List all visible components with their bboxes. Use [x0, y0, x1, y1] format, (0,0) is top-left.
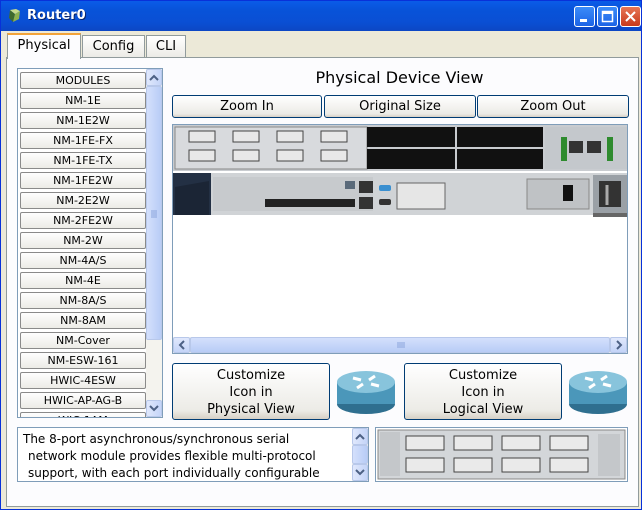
grip-icon — [397, 342, 405, 348]
customize-physical-line-2: Icon in — [229, 385, 273, 400]
scroll-thumb[interactable] — [146, 86, 162, 340]
module-item[interactable]: NM-Cover — [20, 332, 146, 349]
module-item[interactable]: HWIC-4ESW — [20, 372, 146, 389]
module-item[interactable]: NM-4E — [20, 272, 146, 289]
module-item[interactable]: MODULES — [20, 72, 146, 89]
physical-view-title: Physical Device View — [315, 68, 484, 87]
description-line-2: network module provides flexible multi-p… — [28, 449, 316, 463]
customize-logical-icon-button[interactable]: Customize Icon in Logical View — [404, 363, 562, 420]
maximize-button[interactable] — [597, 6, 618, 27]
description-scrollbar[interactable] — [352, 428, 368, 481]
module-item[interactable]: NM-1E2W — [20, 112, 146, 129]
minimize-icon — [580, 19, 587, 22]
router-icon — [569, 371, 627, 414]
module-item[interactable]: NM-8A/S — [20, 292, 146, 309]
description-line-1: The 8-port asynchronous/synchronous seri… — [23, 432, 290, 446]
customize-physical-icon-button[interactable]: Customize Icon in Physical View — [172, 363, 330, 420]
module-preview — [375, 427, 628, 482]
chevron-down-icon — [149, 405, 159, 412]
customize-physical-line-3: Physical View — [207, 402, 295, 417]
device-view[interactable] — [172, 124, 628, 354]
module-item[interactable]: NM-2FE2W — [20, 212, 146, 229]
modules-list: MODULES NM-1E NM-1E2W NM-1FE-FX NM-1FE-TX NM-… — [17, 68, 163, 418]
scroll-down-button[interactable] — [146, 400, 162, 417]
module-preview-image — [377, 429, 626, 480]
module-item[interactable]: NM-1FE-TX — [20, 152, 146, 169]
tab-cli[interactable]: CLI — [146, 35, 186, 57]
module-description: The 8-port asynchronous/synchronous seri… — [17, 427, 369, 482]
customize-physical-line-1: Customize — [216, 368, 286, 383]
chevron-up-icon — [355, 433, 365, 440]
chevron-up-icon — [149, 74, 159, 81]
close-button[interactable] — [620, 6, 641, 27]
desc-scroll-down-button[interactable] — [352, 464, 368, 481]
tab-config[interactable]: Config — [82, 35, 145, 57]
modules-scrollbar[interactable] — [146, 69, 162, 417]
module-item[interactable]: NM-1FE-FX — [20, 132, 146, 149]
module-item[interactable]: NM-2E2W — [20, 192, 146, 209]
tab-physical[interactable]: Physical — [7, 33, 81, 59]
close-icon — [625, 11, 636, 22]
router-chassis-image — [173, 125, 627, 217]
zoom-out-button[interactable]: Zoom Out — [477, 95, 629, 118]
scroll-up-button[interactable] — [146, 69, 162, 86]
module-item[interactable]: HWIC-AP-AG-B — [20, 392, 146, 409]
title-bar[interactable]: Router0 — [1, 1, 641, 31]
module-item[interactable]: NM-1E — [20, 92, 146, 109]
description-text: The 8-port asynchronous/synchronous seri… — [23, 431, 349, 481]
chevron-left-icon — [178, 340, 185, 350]
customize-logical-line-2: Icon in — [461, 385, 505, 400]
physical-panel: MODULES NM-1E NM-1E2W NM-1FE-FX NM-1FE-TX NM-… — [6, 57, 639, 507]
router-app-icon — [9, 9, 20, 22]
module-item[interactable]: NM-ESW-161 — [20, 352, 146, 369]
scroll-left-button[interactable] — [173, 337, 190, 353]
module-item[interactable]: NM-1FE2W — [20, 172, 146, 189]
horizontal-scroll-thumb[interactable] — [190, 337, 610, 353]
scroll-right-button[interactable] — [610, 337, 627, 353]
zoom-in-button[interactable]: Zoom In — [172, 95, 322, 118]
description-line-3: support, with each port individually con… — [28, 466, 320, 480]
desc-scroll-thumb[interactable] — [352, 445, 368, 464]
chevron-right-icon — [616, 340, 623, 350]
chevron-down-icon — [355, 469, 365, 476]
device-view-scrollbar[interactable] — [173, 337, 627, 353]
minimize-button[interactable] — [574, 6, 595, 27]
desc-scroll-up-button[interactable] — [352, 428, 368, 445]
module-item[interactable]: WIC-1AM — [20, 412, 146, 417]
maximize-icon — [601, 10, 614, 23]
module-item[interactable]: NM-4A/S — [20, 252, 146, 269]
customize-logical-line-3: Logical View — [442, 402, 524, 417]
original-size-button[interactable]: Original Size — [324, 95, 476, 118]
grip-icon — [151, 210, 157, 218]
customize-logical-line-1: Customize — [448, 368, 518, 383]
module-item[interactable]: NM-8AM — [20, 312, 146, 329]
router-window: Router0 Physical Config CLI MODULES NM-1E… — [0, 0, 642, 510]
router-icon — [337, 371, 395, 414]
module-item[interactable]: NM-2W — [20, 232, 146, 249]
window-title: Router0 — [27, 8, 86, 23]
